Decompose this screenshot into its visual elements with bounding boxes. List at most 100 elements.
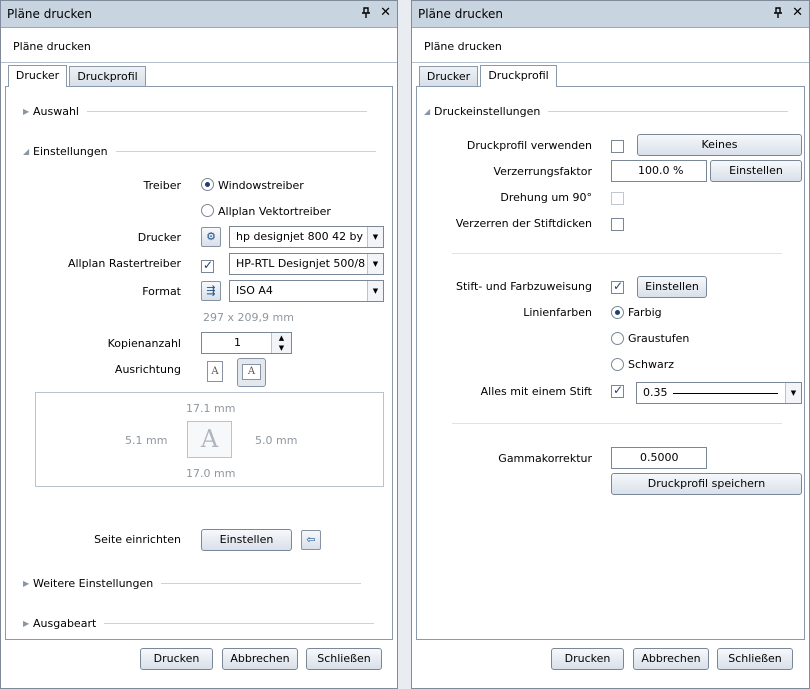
expand-icon: ▶ <box>23 579 30 588</box>
divider <box>452 423 782 424</box>
schwarz-label: Schwarz <box>628 358 675 371</box>
farbig-label: Farbig <box>628 306 662 319</box>
divider <box>412 62 809 63</box>
format-select[interactable]: ISO A4 ▼ <box>229 280 384 302</box>
close-icon[interactable]: ✕ <box>792 5 803 20</box>
footer: Drucken Abbrechen Schließen <box>1 640 397 688</box>
page-icon: A <box>187 421 232 458</box>
gamma-label: Gammakorrektur <box>498 452 592 465</box>
panel-subtitle: Pläne drucken <box>13 40 91 53</box>
drehung-checkbox[interactable] <box>611 192 624 205</box>
treiber-label: Treiber <box>143 179 181 192</box>
seite-einstellen-button[interactable]: Einstellen <box>201 529 292 551</box>
alles-checkbox[interactable] <box>611 383 624 398</box>
page-setup-icon[interactable]: ⇦ <box>301 530 321 550</box>
close-icon[interactable]: ✕ <box>380 5 391 20</box>
dropdown-icon: ▼ <box>367 227 383 247</box>
seite-label: Seite einrichten <box>94 533 181 546</box>
margin-bottom: 17.0 mm <box>186 467 236 480</box>
landscape-button[interactable]: A <box>237 358 266 387</box>
abbrechen-button[interactable]: Abbrechen <box>222 648 298 670</box>
verzerrung-label: Verzerrungsfaktor <box>493 165 592 178</box>
expand-icon: ▶ <box>23 619 30 628</box>
profil-checkbox[interactable] <box>611 140 624 153</box>
panel-gap <box>398 0 411 689</box>
ausrichtung-label: Ausrichtung <box>114 363 181 376</box>
rastertreiber-label: Allplan Rastertreiber <box>67 257 181 270</box>
radio-windowstreiber[interactable] <box>201 178 214 191</box>
expand-icon: ▶ <box>23 107 30 116</box>
profil-label: Druckprofil verwenden <box>466 139 592 152</box>
kopien-stepper[interactable]: ▲ ▼ <box>271 333 291 353</box>
format-label: Format <box>142 285 181 298</box>
print-panel-druckprofil: Pläne drucken ✕ Pläne drucken Drucker Dr… <box>411 0 810 689</box>
abbrechen-button[interactable]: Abbrechen <box>633 648 709 670</box>
alles-label: Alles mit einem Stift <box>480 385 592 398</box>
tab-druckprofil[interactable]: Druckprofil <box>480 65 557 87</box>
pin-icon[interactable] <box>773 7 783 19</box>
collapse-icon: ◢ <box>424 107 431 116</box>
windowstreiber-label: Windowstreiber <box>218 179 304 192</box>
verzerrung-einstellen-button[interactable]: Einstellen <box>710 160 802 182</box>
footer: Drucken Abbrechen Schließen <box>412 640 809 688</box>
verzerrung-input[interactable]: 100.0 % <box>611 160 707 182</box>
pen-line <box>673 393 778 394</box>
rastertreiber-select[interactable]: HP-RTL Designjet 500/8 ▼ <box>229 253 384 275</box>
keines-button[interactable]: Keines <box>637 134 802 156</box>
stift-farb-label: Stift- und Farbzuweisung <box>455 280 592 293</box>
tab-drucker[interactable]: Drucker <box>419 66 478 87</box>
tab-druckprofil[interactable]: Druckprofil <box>69 66 146 87</box>
linienfarben-label: Linienfarben <box>523 306 592 319</box>
title-bar: Pläne drucken ✕ <box>1 1 397 28</box>
margin-top: 17.1 mm <box>186 402 236 415</box>
drucker-select[interactable]: hp designjet 800 42 by ▼ <box>229 226 384 248</box>
page-preview: 17.1 mm 5.1 mm 5.0 mm 17.0 mm A <box>35 392 384 487</box>
gamma-input[interactable]: 0.5000 <box>611 447 707 469</box>
drucken-button[interactable]: Drucken <box>140 648 213 670</box>
radio-schwarz[interactable] <box>611 358 624 371</box>
divider <box>1 62 397 63</box>
pin-icon[interactable] <box>361 7 371 19</box>
radio-vektortreiber[interactable] <box>201 204 214 217</box>
portrait-icon[interactable]: A <box>207 361 223 382</box>
stift-farb-checkbox[interactable] <box>611 279 624 294</box>
radio-graustufen[interactable] <box>611 332 624 345</box>
divider <box>452 253 782 254</box>
rastertreiber-checkbox[interactable] <box>201 258 214 273</box>
landscape-icon: A <box>242 364 261 380</box>
collapse-icon: ◢ <box>23 147 30 156</box>
panel-title: Pläne drucken <box>7 7 92 21</box>
panel-title: Pläne drucken <box>418 7 503 21</box>
title-bar: Pläne drucken ✕ <box>412 1 809 28</box>
panel-subtitle: Pläne drucken <box>424 40 502 53</box>
vektortreiber-label: Allplan Vektortreiber <box>218 205 331 218</box>
stiftdicken-checkbox[interactable] <box>611 218 624 231</box>
drucken-button[interactable]: Drucken <box>551 648 624 670</box>
section-weitere[interactable]: ▶ Weitere Einstellungen <box>23 577 362 590</box>
tab-drucker[interactable]: Drucker <box>8 65 67 87</box>
stiftdicken-label: Verzerren der Stiftdicken <box>455 217 592 230</box>
radio-farbig[interactable] <box>611 306 624 319</box>
format-size: 297 x 209,9 mm <box>203 311 294 324</box>
drehung-label: Drehung um 90° <box>500 191 592 204</box>
section-auswahl[interactable]: ▶ Auswahl <box>23 105 367 118</box>
format-icon[interactable]: ⇶ <box>201 281 221 301</box>
margin-right: 5.0 mm <box>255 434 298 447</box>
schliessen-button[interactable]: Schließen <box>306 648 382 670</box>
section-druckeinstellungen[interactable]: ◢ Druckeinstellungen <box>424 105 789 118</box>
kopien-label: Kopienanzahl <box>107 337 181 350</box>
stift-select[interactable]: 0.35 ▼ <box>636 382 802 404</box>
dropdown-icon: ▼ <box>367 281 383 301</box>
margin-left: 5.1 mm <box>125 434 168 447</box>
section-einstellungen[interactable]: ◢ Einstellungen <box>23 145 376 158</box>
dropdown-icon: ▼ <box>785 383 801 403</box>
profil-speichern-button[interactable]: Druckprofil speichern <box>611 473 802 495</box>
printer-settings-gear-icon[interactable]: ⚙ <box>201 227 221 247</box>
graustufen-label: Graustufen <box>628 332 690 345</box>
print-panel-drucker: Pläne drucken ✕ Pläne drucken Drucker Dr… <box>0 0 398 689</box>
section-ausgabe[interactable]: ▶ Ausgabeart <box>23 617 375 630</box>
stift-farb-einstellen-button[interactable]: Einstellen <box>637 276 707 298</box>
dropdown-icon: ▼ <box>367 254 383 274</box>
schliessen-button[interactable]: Schließen <box>717 648 793 670</box>
drucker-label: Drucker <box>137 231 181 244</box>
